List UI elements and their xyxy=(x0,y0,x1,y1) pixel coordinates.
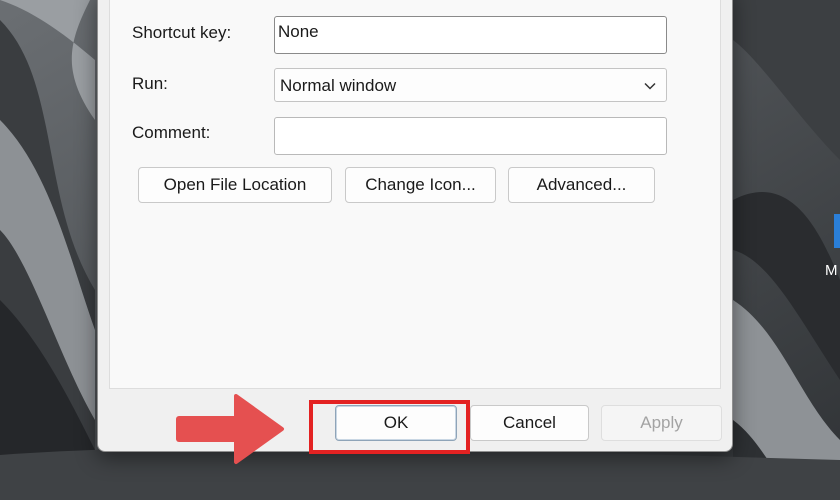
desktop-icon-label: M xyxy=(825,262,838,279)
arrow-right-icon xyxy=(176,394,284,464)
open-file-location-button[interactable]: Open File Location xyxy=(138,167,332,203)
change-icon-button[interactable]: Change Icon... xyxy=(345,167,496,203)
advanced-button[interactable]: Advanced... xyxy=(508,167,655,203)
run-select[interactable]: Normal window xyxy=(274,68,667,102)
chevron-down-icon xyxy=(644,82,656,90)
comment-field[interactable] xyxy=(274,117,667,155)
apply-button[interactable]: Apply xyxy=(601,405,722,441)
shortcut-key-field[interactable]: None xyxy=(274,16,667,54)
shortcut-tab-panel: Shortcut key: None Run: Normal window Co… xyxy=(109,0,721,389)
cancel-button[interactable]: Cancel xyxy=(470,405,589,441)
run-label: Run: xyxy=(132,74,168,93)
comment-label: Comment: xyxy=(132,123,211,142)
run-select-value: Normal window xyxy=(280,76,397,95)
shortcut-properties-dialog: Shortcut key: None Run: Normal window Co… xyxy=(97,0,733,452)
ok-highlight-box xyxy=(309,400,470,454)
shortcut-key-label: Shortcut key: xyxy=(132,23,232,42)
